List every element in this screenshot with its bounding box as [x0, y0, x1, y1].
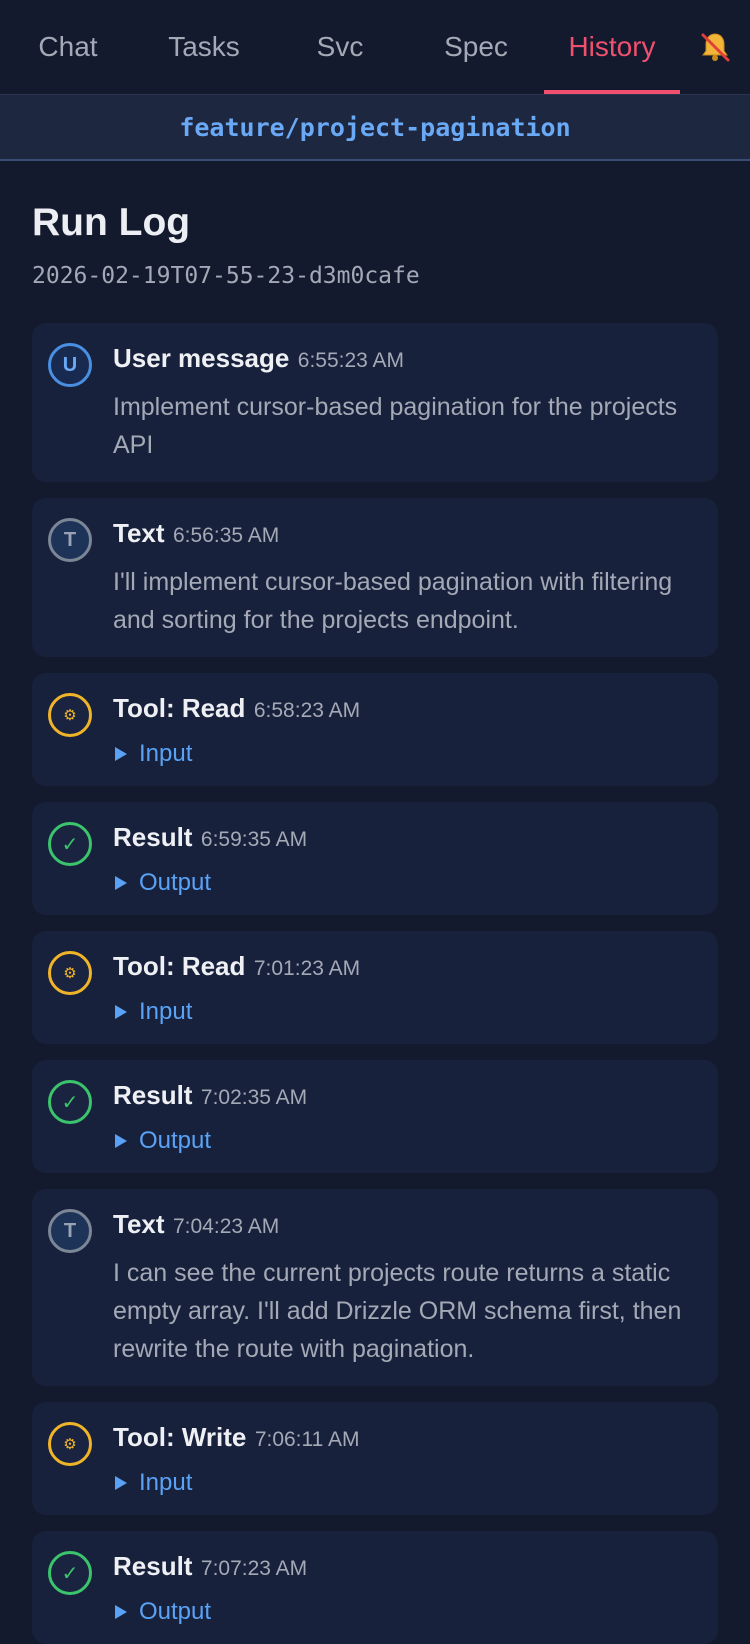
text-badge-icon: T	[48, 518, 92, 562]
log-entry-tool: ⚙ Tool: Read 7:01:23 AM Input	[32, 931, 718, 1044]
entry-time: 7:02:35 AM	[200, 1086, 308, 1109]
log-entry-result: ✓ Result 6:59:35 AM Output	[32, 802, 718, 915]
input-toggle[interactable]: Input	[113, 998, 702, 1026]
entry-time: 7:07:23 AM	[200, 1557, 308, 1580]
entry-message: I can see the current projects route ret…	[113, 1259, 682, 1363]
caret-right-icon	[115, 747, 127, 761]
gear-icon: ⚙	[48, 1422, 92, 1466]
log-entry-user-message: U User message 6:55:23 AM Implement curs…	[32, 323, 718, 482]
entry-time: 7:04:23 AM	[172, 1215, 280, 1238]
page-title: Run Log	[32, 201, 191, 244]
log-entry-text: T Text 7:04:23 AM I can see the current …	[32, 1189, 718, 1386]
log-entry-text: T Text 6:56:35 AM I'll implement cursor-…	[32, 498, 718, 657]
entry-time: 6:55:23 AM	[297, 349, 405, 372]
toggle-label: Output	[139, 869, 212, 896]
output-toggle[interactable]: Output	[113, 1127, 702, 1155]
entry-label: Result	[113, 822, 193, 852]
entry-label: Text	[113, 518, 165, 548]
caret-right-icon	[115, 876, 127, 890]
gear-icon: ⚙	[48, 693, 92, 737]
toggle-label: Input	[139, 998, 193, 1025]
entry-time: 6:59:35 AM	[200, 828, 308, 851]
entry-message: Implement cursor-based pagination for th…	[113, 393, 678, 459]
entry-label: Tool: Write	[113, 1422, 247, 1452]
entry-label: User message	[113, 343, 290, 373]
text-badge-icon: T	[48, 1209, 92, 1253]
tab-history[interactable]: History	[544, 0, 680, 94]
check-icon: ✓	[48, 1551, 92, 1595]
check-icon: ✓	[48, 822, 92, 866]
user-badge-icon: U	[48, 343, 92, 387]
toggle-label: Input	[139, 740, 193, 767]
entry-time: 6:58:23 AM	[253, 699, 361, 722]
entry-message: I'll implement cursor-based pagination w…	[113, 568, 673, 634]
output-toggle[interactable]: Output	[113, 1598, 702, 1626]
tab-svc[interactable]: Svc	[272, 0, 408, 94]
entry-time: 6:56:35 AM	[172, 524, 280, 547]
tab-tasks[interactable]: Tasks	[136, 0, 272, 94]
output-toggle[interactable]: Output	[113, 869, 702, 897]
entry-label: Tool: Read	[113, 951, 246, 981]
caret-right-icon	[115, 1134, 127, 1148]
input-toggle[interactable]: Input	[113, 740, 702, 768]
entry-time: 7:06:11 AM	[254, 1428, 360, 1451]
log-entry-tool: ⚙ Tool: Read 6:58:23 AM Input	[32, 673, 718, 786]
log-entry-result: ✓ Result 7:07:23 AM Output	[32, 1531, 718, 1644]
notifications-button[interactable]	[680, 0, 750, 94]
log-entry-tool: ⚙ Tool: Write 7:06:11 AM Input	[32, 1402, 718, 1515]
entry-label: Text	[113, 1209, 165, 1239]
run-log-page: Run Log 2026-02-19T07-55-23-d3m0cafe U U…	[0, 199, 750, 1644]
check-icon: ✓	[48, 1080, 92, 1124]
bell-muted-icon	[701, 33, 730, 62]
gear-icon: ⚙	[48, 951, 92, 995]
toggle-label: Output	[139, 1598, 212, 1625]
toggle-label: Input	[139, 1469, 193, 1496]
tab-chat[interactable]: Chat	[0, 0, 136, 94]
caret-right-icon	[115, 1476, 127, 1490]
run-id: 2026-02-19T07-55-23-d3m0cafe	[32, 263, 420, 289]
entry-label: Result	[113, 1080, 193, 1110]
caret-right-icon	[115, 1605, 127, 1619]
branch-label: feature/project-pagination	[0, 94, 750, 161]
input-toggle[interactable]: Input	[113, 1469, 702, 1497]
log-list: U User message 6:55:23 AM Implement curs…	[32, 323, 718, 1644]
entry-label: Result	[113, 1551, 193, 1581]
log-entry-result: ✓ Result 7:02:35 AM Output	[32, 1060, 718, 1173]
entry-label: Tool: Read	[113, 693, 246, 723]
toggle-label: Output	[139, 1127, 212, 1154]
caret-right-icon	[115, 1005, 127, 1019]
entry-time: 7:01:23 AM	[253, 957, 361, 980]
tab-bar: Chat Tasks Svc Spec History	[0, 0, 750, 94]
tab-spec[interactable]: Spec	[408, 0, 544, 94]
